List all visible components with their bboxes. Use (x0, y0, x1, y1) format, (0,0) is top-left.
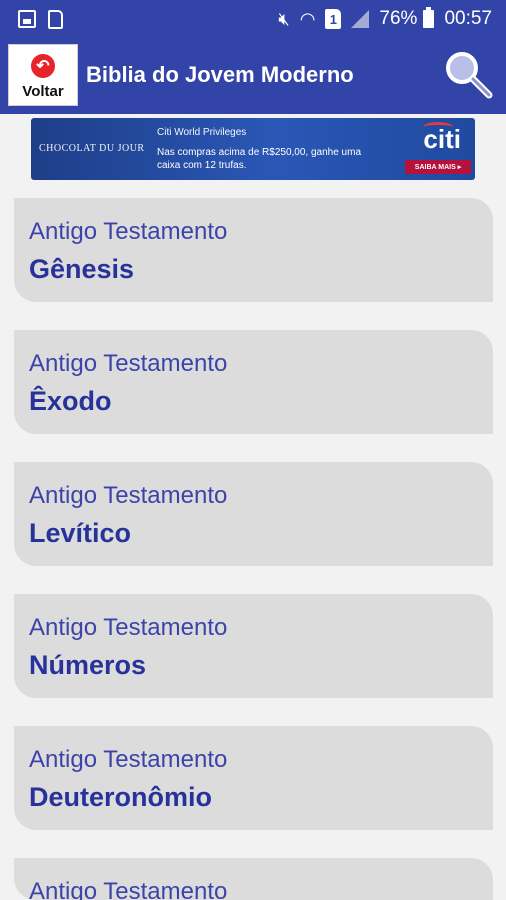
wifi-icon: ◠ (299, 8, 316, 29)
search-button[interactable] (442, 48, 494, 100)
book-name: Gênesis (29, 254, 135, 284)
app-bar: ↶ Voltar Biblia do Jovem Moderno (0, 38, 506, 114)
sim-icon: 1 (325, 9, 342, 29)
ad-sponsor-line: Citi World Privileges (157, 127, 247, 138)
back-arrow-icon: ↶ (31, 54, 55, 78)
battery-icon (423, 7, 435, 28)
clock: 00:57 (444, 8, 492, 29)
mute-icon: 🔇︎ (278, 8, 290, 29)
book-testament: Antigo Testamento (29, 746, 228, 773)
ad-banner[interactable]: CHOCOLAT DU JOUR Citi World Privileges N… (31, 118, 475, 180)
book-name: Êxodo (29, 386, 112, 416)
ad-logo: citi (423, 124, 461, 154)
app-title: Biblia do Jovem Moderno (86, 62, 354, 87)
book-testament: Antigo Testamento (29, 482, 228, 509)
book-name: Levítico (29, 518, 132, 548)
book-item[interactable]: Antigo Testamento Gênesis (14, 198, 493, 302)
ad-text: Nas compras acima de R$250,00, ganhe uma… (157, 147, 362, 171)
book-item[interactable]: Antigo Testamento (14, 858, 493, 900)
book-item[interactable]: Antigo Testamento Números (14, 594, 493, 698)
back-button-label: Voltar (22, 83, 64, 100)
battery-percent: 76% (379, 8, 418, 29)
ad-cta-button[interactable]: SAIBA MAIS ▸ (405, 160, 471, 174)
signal-icon (351, 10, 370, 28)
book-item[interactable]: Antigo Testamento Levítico (14, 462, 493, 566)
magnifier-icon (446, 52, 493, 99)
book-testament: Antigo Testamento (29, 878, 228, 900)
book-name: Deuteronômio (29, 782, 213, 812)
ad-brand: CHOCOLAT DU JOUR (39, 143, 145, 154)
book-testament: Antigo Testamento (29, 218, 228, 245)
status-bar: 🔇︎ ◠ 1 76% 00:57 (0, 0, 506, 38)
book-name: Números (29, 650, 147, 680)
book-item[interactable]: Antigo Testamento Deuteronômio (14, 726, 493, 830)
gallery-notification-icon (18, 10, 36, 28)
book-item[interactable]: Antigo Testamento Êxodo (14, 330, 493, 434)
book-testament: Antigo Testamento (29, 614, 228, 641)
sd-card-notification-icon (48, 9, 63, 29)
back-button[interactable]: ↶ Voltar (8, 44, 78, 106)
book-testament: Antigo Testamento (29, 350, 228, 377)
